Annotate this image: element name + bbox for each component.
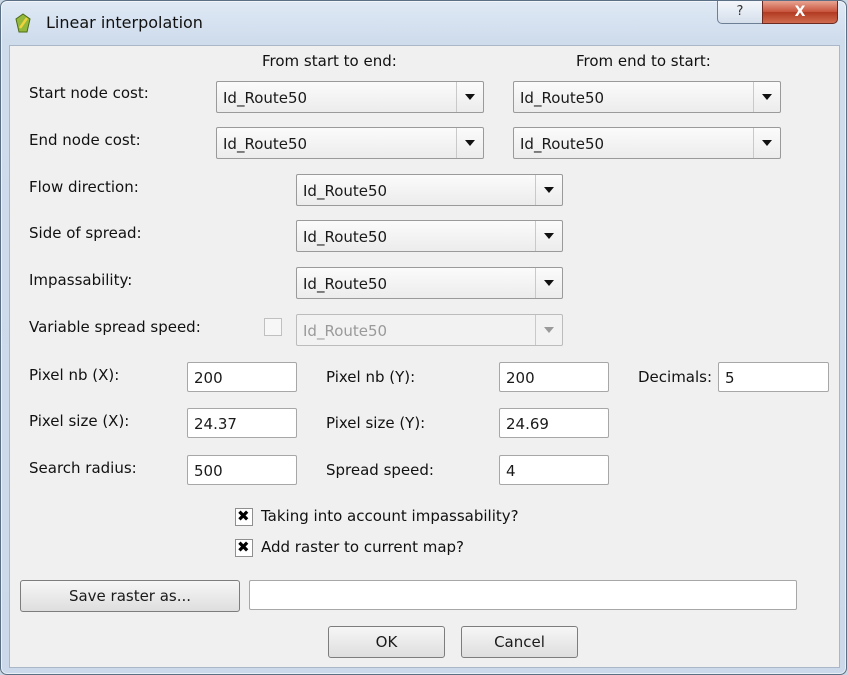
pixel-nb-x-label: Pixel nb (X):	[29, 366, 120, 384]
pixel-size-x-label: Pixel size (X):	[29, 412, 130, 430]
input-value: 500	[194, 462, 223, 480]
cancel-button[interactable]: Cancel	[461, 626, 578, 658]
dialog-window: Linear interpolation ? X From start to e…	[0, 0, 847, 675]
chevron-down-icon[interactable]	[535, 175, 562, 205]
decimals-input[interactable]: 5	[718, 362, 829, 392]
side-of-spread-select[interactable]: Id_Route50	[296, 220, 563, 252]
chevron-down-icon[interactable]	[535, 315, 562, 345]
select-value: Id_Route50	[520, 89, 605, 107]
add-raster-checkbox[interactable]	[235, 538, 253, 557]
select-value: Id_Route50	[303, 182, 388, 200]
end-node-cost-start-to-end-select[interactable]: Id_Route50	[216, 127, 484, 159]
select-value: Id_Route50	[520, 135, 605, 153]
pixel-size-y-label: Pixel size (Y):	[326, 414, 426, 432]
chevron-down-icon[interactable]	[535, 221, 562, 251]
select-value: Id_Route50	[223, 135, 308, 153]
dialog-client-area: From start to end: From end to start: St…	[9, 45, 840, 668]
pixel-size-x-input[interactable]: 24.37	[187, 408, 297, 438]
chevron-down-icon[interactable]	[456, 82, 483, 112]
variable-spread-speed-checkbox[interactable]	[264, 318, 282, 336]
end-node-cost-label: End node cost:	[29, 131, 141, 149]
header-end-to-start: From end to start:	[576, 52, 711, 70]
impassability-label: Impassability:	[29, 271, 133, 289]
side-of-spread-label: Side of spread:	[29, 224, 142, 242]
input-value: 24.37	[194, 415, 237, 433]
window-title: Linear interpolation	[46, 13, 203, 32]
spread-speed-input[interactable]: 4	[499, 455, 609, 485]
chevron-down-icon[interactable]	[456, 128, 483, 158]
chevron-down-icon[interactable]	[753, 82, 780, 112]
help-button[interactable]: ?	[717, 1, 763, 24]
input-value: 24.69	[506, 415, 549, 433]
header-start-to-end: From start to end:	[262, 52, 397, 70]
input-value: 5	[725, 369, 735, 387]
start-node-cost-label: Start node cost:	[29, 84, 149, 102]
input-value: 200	[506, 369, 535, 387]
start-node-cost-end-to-start-select[interactable]: Id_Route50	[513, 81, 781, 113]
title-bar[interactable]: Linear interpolation ? X	[1, 1, 846, 45]
flow-direction-select[interactable]: Id_Route50	[296, 174, 563, 206]
search-radius-label: Search radius:	[29, 459, 137, 477]
impassability-select[interactable]: Id_Route50	[296, 267, 563, 299]
save-raster-button[interactable]: Save raster as...	[20, 580, 240, 612]
decimals-label: Decimals:	[638, 368, 713, 386]
input-value: 200	[194, 369, 223, 387]
spread-speed-label: Spread speed:	[326, 461, 434, 479]
variable-spread-speed-select[interactable]: Id_Route50	[296, 314, 563, 346]
ok-button[interactable]: OK	[328, 626, 445, 658]
input-value: 4	[506, 462, 516, 480]
impassability-checkbox[interactable]	[235, 507, 253, 526]
qgis-app-icon	[15, 13, 31, 33]
select-value: Id_Route50	[303, 228, 388, 246]
chevron-down-icon[interactable]	[753, 128, 780, 158]
impassability-checkbox-label[interactable]: Taking into account impassability?	[261, 507, 519, 525]
variable-spread-speed-label: Variable spread speed:	[29, 318, 201, 336]
save-raster-path-input[interactable]	[249, 580, 797, 610]
search-radius-input[interactable]: 500	[187, 455, 297, 485]
end-node-cost-end-to-start-select[interactable]: Id_Route50	[513, 127, 781, 159]
add-raster-checkbox-label[interactable]: Add raster to current map?	[261, 538, 464, 556]
select-value: Id_Route50	[223, 89, 308, 107]
chevron-down-icon[interactable]	[535, 268, 562, 298]
pixel-nb-y-label: Pixel nb (Y):	[326, 368, 416, 386]
pixel-nb-y-input[interactable]: 200	[499, 362, 609, 392]
pixel-size-y-input[interactable]: 24.69	[499, 408, 609, 438]
flow-direction-label: Flow direction:	[29, 178, 139, 196]
select-value: Id_Route50	[303, 275, 388, 293]
close-button[interactable]: X	[762, 1, 838, 24]
pixel-nb-x-input[interactable]: 200	[187, 362, 297, 392]
select-value: Id_Route50	[303, 322, 388, 340]
start-node-cost-start-to-end-select[interactable]: Id_Route50	[216, 81, 484, 113]
